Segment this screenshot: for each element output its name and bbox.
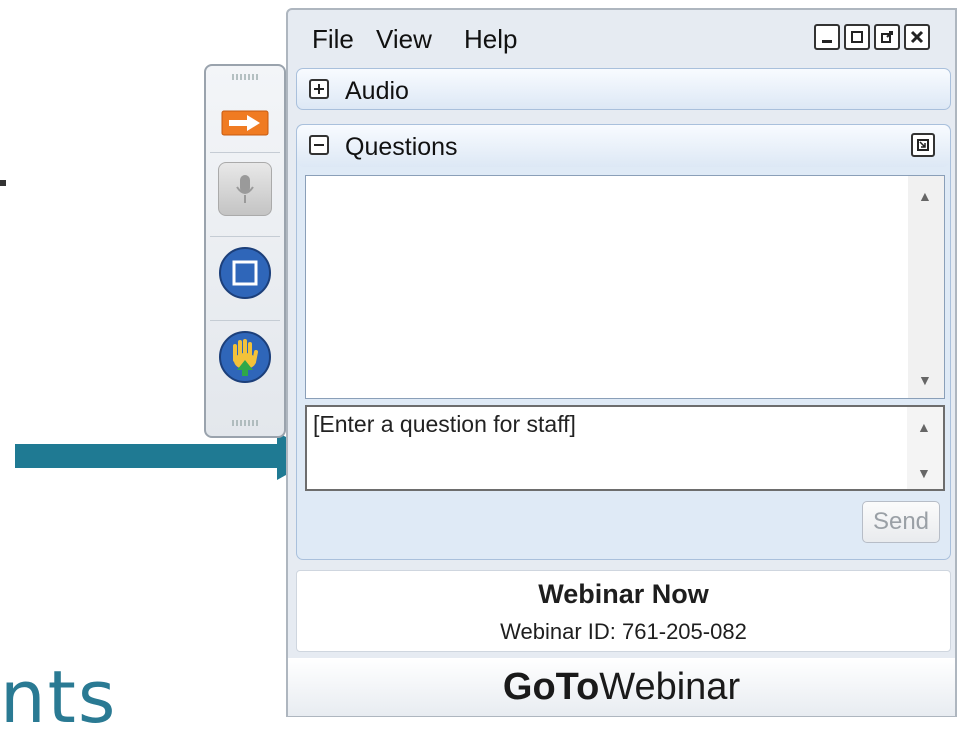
microphone-icon bbox=[236, 175, 254, 203]
minimize-icon bbox=[822, 40, 832, 43]
menu-file[interactable]: File bbox=[312, 24, 354, 55]
webinar-title: Webinar Now bbox=[538, 579, 709, 609]
brand-light: Webinar bbox=[599, 666, 741, 708]
collapse-icon bbox=[309, 135, 329, 155]
send-button[interactable]: Send bbox=[862, 501, 940, 543]
input-scrollbar[interactable]: ▲ ▼ bbox=[907, 407, 943, 489]
minimize-button[interactable] bbox=[814, 24, 840, 50]
pointer-arrow bbox=[15, 432, 320, 480]
screen-icon bbox=[219, 247, 271, 299]
slide-text-fragment: nts bbox=[0, 655, 118, 739]
raise-hand-icon bbox=[219, 331, 271, 383]
menu-view[interactable]: View bbox=[376, 24, 432, 55]
close-button[interactable] bbox=[904, 24, 930, 50]
brand-bold: GoTo bbox=[502, 666, 600, 708]
bullet-dot bbox=[0, 180, 6, 186]
questions-panel: Questions ▲ ▼ [Enter a question for staf… bbox=[296, 124, 951, 560]
audio-panel-header[interactable]: Audio bbox=[296, 68, 951, 110]
control-toolbar bbox=[204, 64, 286, 438]
audio-panel-title: Audio bbox=[345, 77, 409, 105]
scroll-up-icon[interactable]: ▲ bbox=[918, 188, 932, 204]
questions-panel-header[interactable]: Questions bbox=[297, 125, 950, 167]
restore-button[interactable] bbox=[844, 24, 870, 50]
close-icon bbox=[910, 30, 924, 44]
webinar-info: Webinar Now Webinar ID: 761-205-082 bbox=[296, 570, 951, 652]
input-scroll-down-icon[interactable]: ▼ bbox=[917, 465, 931, 481]
popout-button[interactable] bbox=[874, 24, 900, 50]
microphone-button[interactable] bbox=[216, 160, 274, 218]
arrow-icon bbox=[221, 110, 269, 136]
questions-panel-title: Questions bbox=[345, 133, 458, 161]
restore-icon bbox=[851, 31, 863, 43]
input-scroll-up-icon[interactable]: ▲ bbox=[917, 419, 931, 435]
raise-hand-button[interactable] bbox=[216, 328, 274, 386]
toolbar-grip-bottom[interactable] bbox=[232, 420, 258, 426]
undock-icon bbox=[917, 139, 929, 151]
question-input-placeholder: [Enter a question for staff] bbox=[313, 411, 576, 437]
webinar-id: Webinar ID: 761-205-082 bbox=[500, 619, 747, 644]
webinar-control-panel: File View Help Audio Questions ▲ ▼ [Ente… bbox=[286, 8, 957, 717]
log-scrollbar[interactable]: ▲ ▼ bbox=[908, 176, 944, 398]
questions-log[interactable]: ▲ ▼ bbox=[305, 175, 945, 399]
undock-button[interactable] bbox=[911, 133, 935, 157]
scroll-down-icon[interactable]: ▼ bbox=[918, 372, 932, 388]
popout-icon bbox=[881, 31, 893, 43]
show-screen-button[interactable] bbox=[216, 244, 274, 302]
menu-help[interactable]: Help bbox=[464, 24, 517, 55]
question-input[interactable]: [Enter a question for staff] ▲ ▼ bbox=[305, 405, 945, 491]
brand-logo: GoToWebinar bbox=[288, 658, 955, 716]
toggle-panel-button[interactable] bbox=[216, 94, 274, 152]
toolbar-grip-top[interactable] bbox=[232, 74, 258, 80]
menu-bar: File View Help bbox=[288, 10, 955, 66]
expand-icon bbox=[309, 79, 329, 99]
